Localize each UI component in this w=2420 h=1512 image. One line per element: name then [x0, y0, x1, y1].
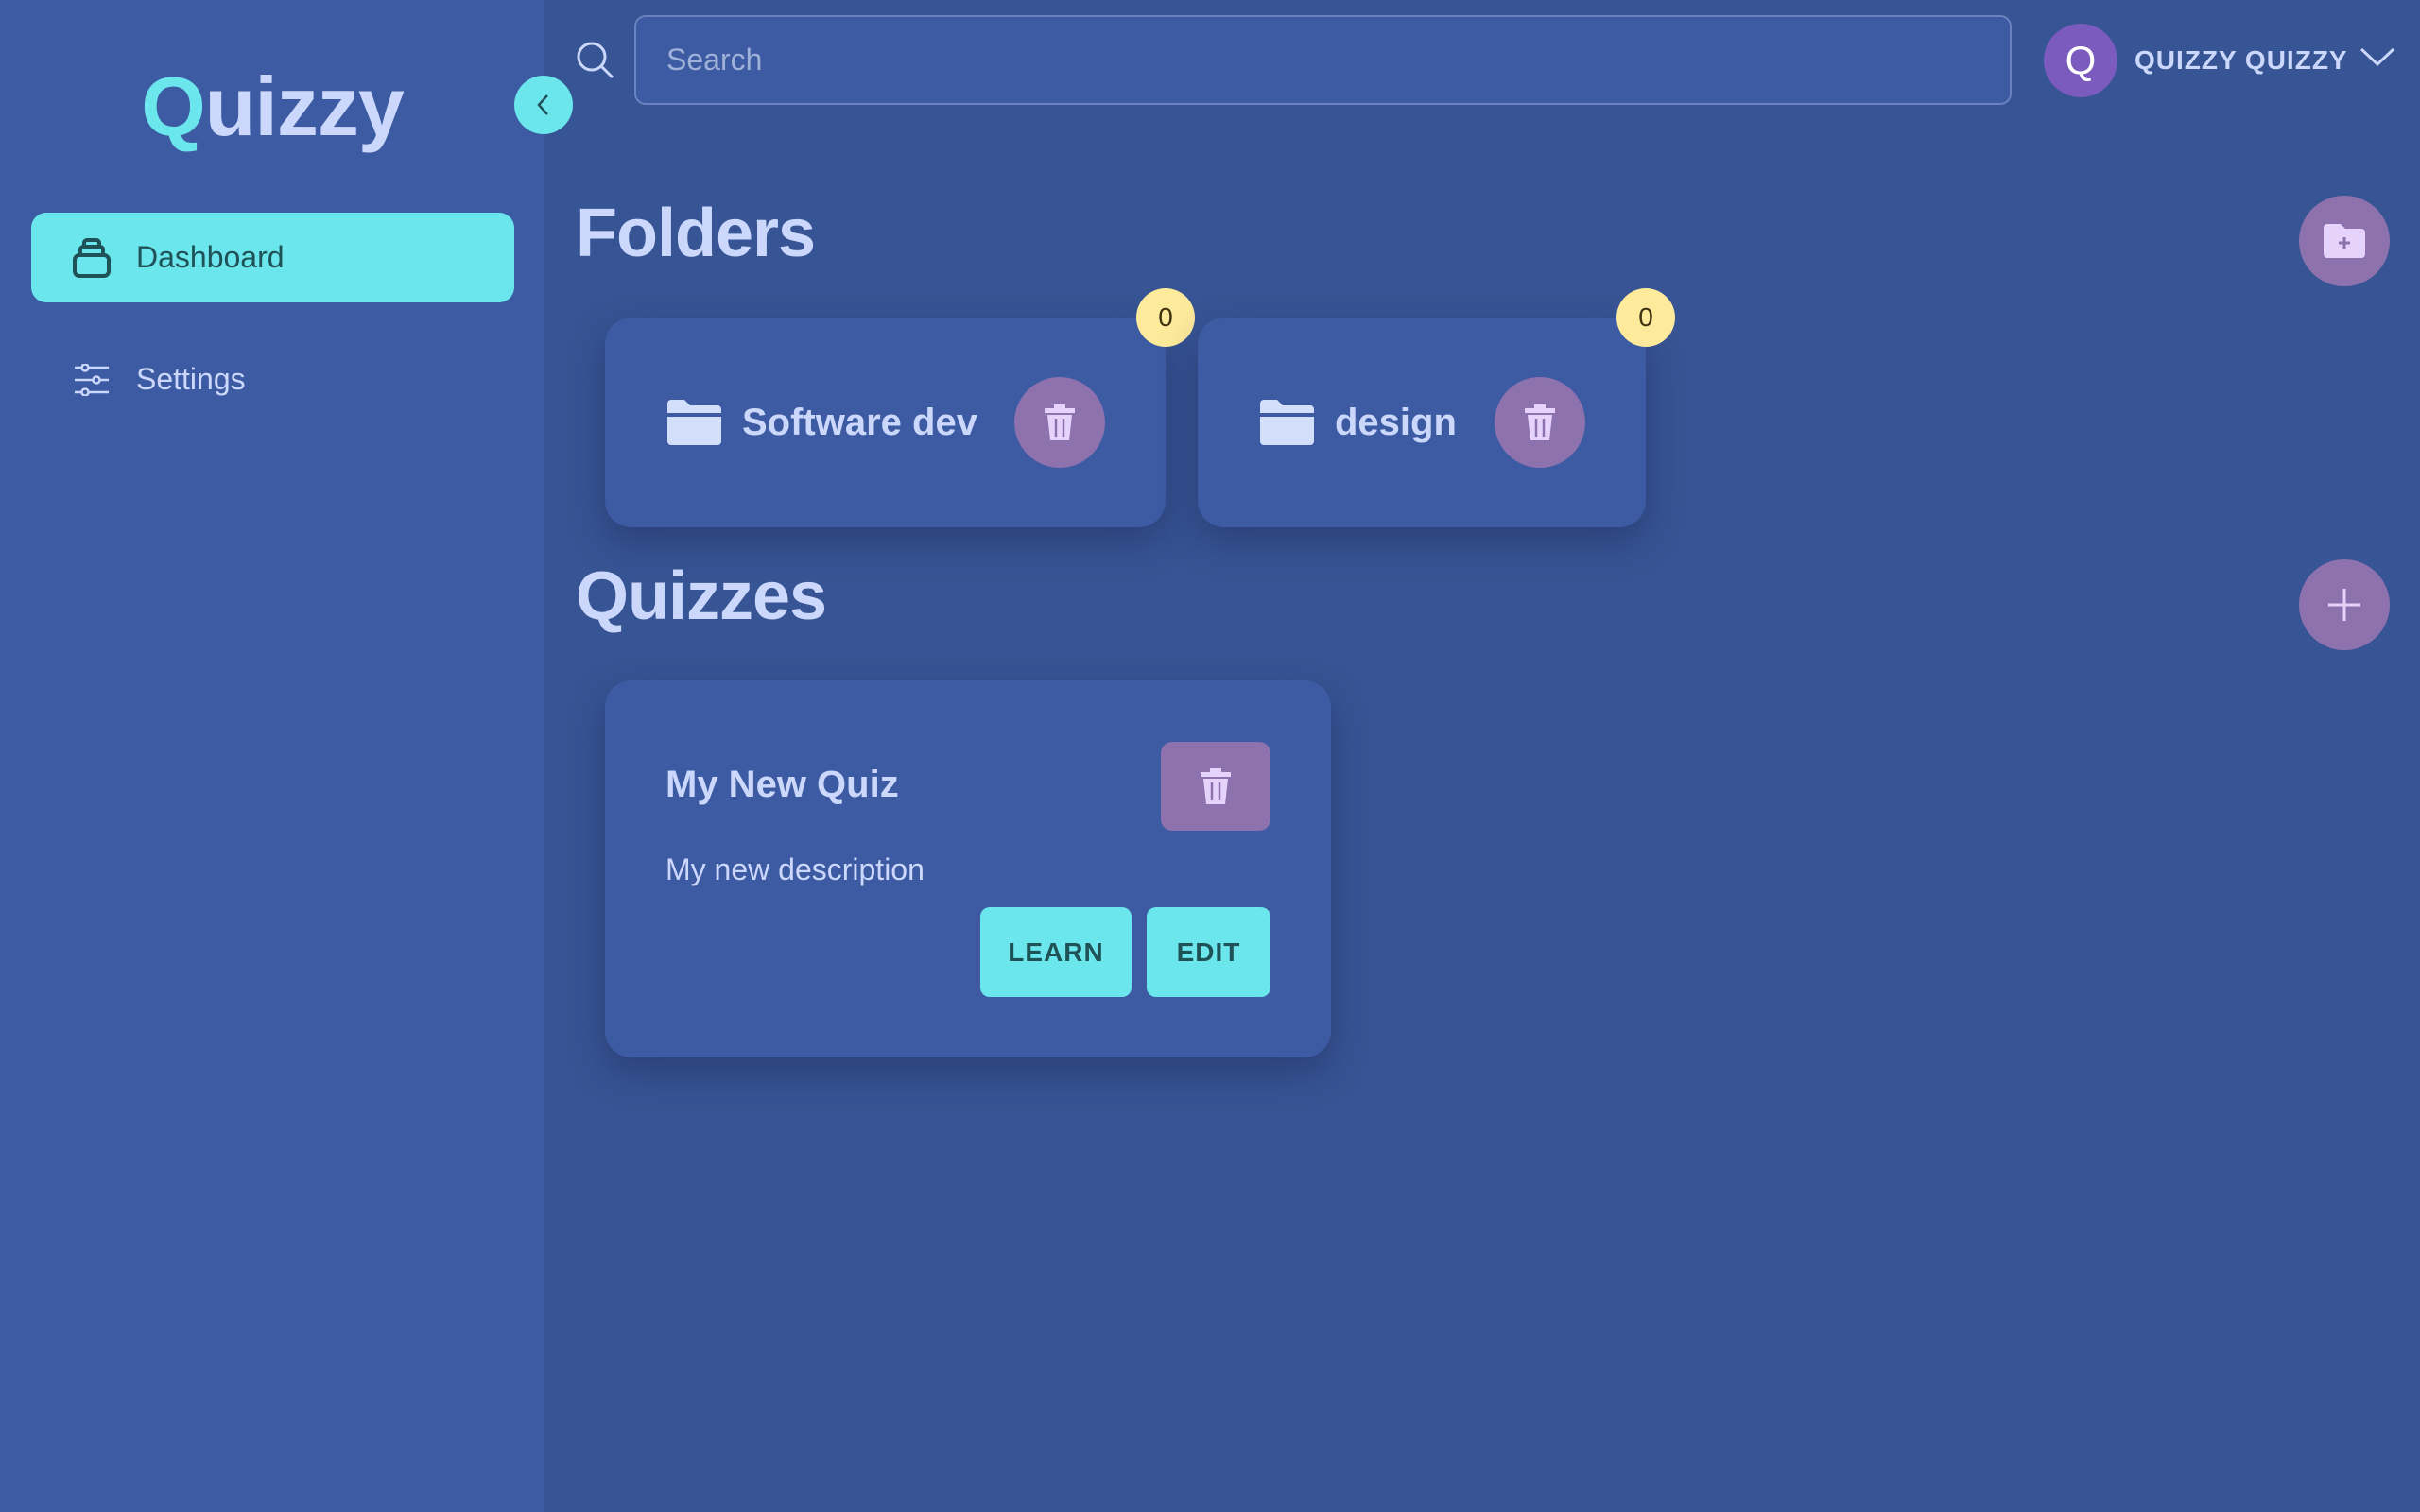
- inbox-icon: [71, 237, 112, 279]
- folder-icon: [1260, 400, 1314, 445]
- folder-name: design: [1335, 401, 1457, 443]
- search-icon: [577, 42, 614, 79]
- chevron-down-icon[interactable]: [2360, 45, 2395, 68]
- delete-quiz-button[interactable]: [1161, 742, 1270, 831]
- quiz-card: My New Quiz My new description LEARN EDI…: [605, 680, 1331, 1057]
- avatar[interactable]: Q: [2044, 24, 2118, 97]
- learn-button[interactable]: LEARN: [980, 907, 1132, 997]
- sidebar: Quizzy Dashboard Settings: [0, 0, 544, 1512]
- sidebar-item-settings[interactable]: Settings: [31, 335, 514, 424]
- folders-heading: Folders: [576, 196, 816, 271]
- quiz-count-badge: 0: [1616, 288, 1675, 347]
- search-input[interactable]: [634, 15, 2012, 105]
- sidebar-item-dashboard[interactable]: Dashboard: [31, 213, 514, 302]
- delete-folder-button[interactable]: [1014, 377, 1105, 468]
- chevron-left-icon: [537, 94, 548, 115]
- quizzes-heading: Quizzes: [576, 558, 827, 634]
- trash-icon: [1045, 404, 1075, 440]
- folder-card[interactable]: Software dev 0: [605, 288, 1195, 527]
- delete-folder-button[interactable]: [1495, 377, 1585, 468]
- sidebar-item-label: Dashboard: [136, 240, 285, 274]
- trash-icon: [1525, 404, 1555, 440]
- quiz-description: My new description: [666, 852, 925, 886]
- edit-button[interactable]: EDIT: [1147, 907, 1270, 997]
- folder-plus-icon: [2324, 224, 2365, 258]
- add-quiz-button[interactable]: [2299, 559, 2390, 650]
- user-name[interactable]: QUIZZY QUIZZY: [2135, 45, 2348, 76]
- logo: Quizzy: [141, 60, 405, 153]
- sliders-icon: [71, 359, 112, 401]
- trash-icon: [1201, 768, 1231, 804]
- collapse-sidebar-button[interactable]: [514, 76, 573, 134]
- folder-card[interactable]: design 0: [1198, 288, 1675, 527]
- quiz-count-badge: 0: [1136, 288, 1195, 347]
- quiz-title: My New Quiz: [666, 764, 899, 805]
- add-folder-button[interactable]: [2299, 196, 2390, 286]
- folder-name: Software dev: [742, 401, 977, 443]
- plus-icon: [2328, 589, 2360, 621]
- sidebar-item-label: Settings: [136, 362, 246, 396]
- folder-icon: [667, 400, 721, 445]
